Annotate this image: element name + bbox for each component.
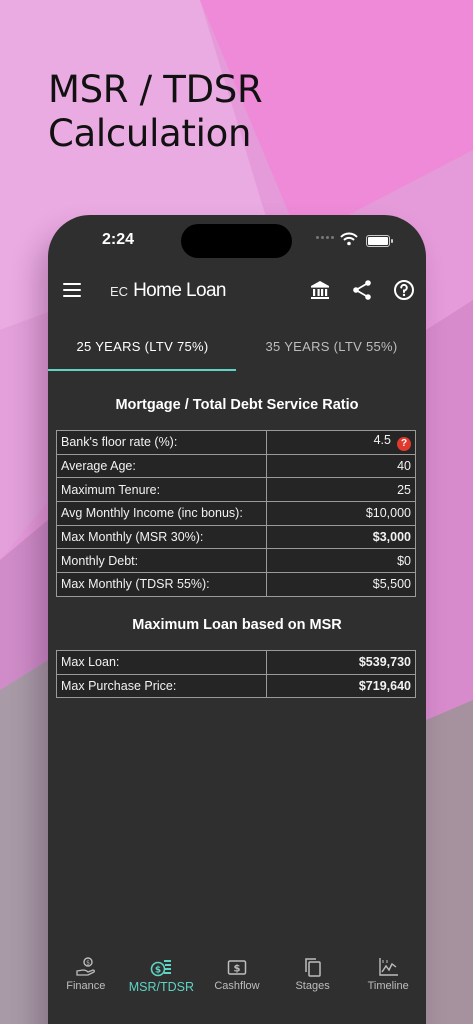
tab-25-years[interactable]: 25 YEARS (LTV 75%) bbox=[48, 321, 237, 371]
row-label: Max Monthly (MSR 30%): bbox=[56, 524, 267, 550]
menu-icon[interactable] bbox=[63, 283, 81, 297]
table-row: Average Age: 40 bbox=[56, 453, 416, 479]
nav-label: Stages bbox=[295, 980, 330, 992]
dynamic-island bbox=[181, 224, 292, 258]
row-label: Maximum Tenure: bbox=[56, 477, 267, 503]
monthly-income-value[interactable]: $10,000 bbox=[266, 501, 416, 526]
cellular-signal-icon bbox=[316, 236, 334, 239]
nav-label: Cashflow bbox=[214, 980, 260, 992]
row-label: Monthly Debt: bbox=[56, 548, 267, 574]
row-label: Bank's floor rate (%): bbox=[56, 430, 267, 455]
status-bar: 2:24 bbox=[48, 215, 426, 265]
page-headline: MSR / TDSR Calculation bbox=[48, 68, 263, 155]
bank-icon[interactable] bbox=[308, 278, 332, 302]
nav-cashflow[interactable]: $ Cashflow bbox=[199, 957, 275, 1007]
tab-indicator bbox=[48, 369, 236, 371]
svg-text:$: $ bbox=[86, 959, 90, 966]
app-title: EC Home Loan bbox=[110, 280, 227, 302]
table-row: Max Purchase Price: $719,640 bbox=[56, 673, 416, 699]
brand-name: Home Loan bbox=[133, 280, 226, 301]
row-label: Max Monthly (TDSR 55%): bbox=[56, 572, 267, 597]
floor-rate-help-icon[interactable]: ? bbox=[397, 437, 411, 452]
max-monthly-msr-value: $3,000 bbox=[266, 524, 416, 550]
maximum-tenure-value[interactable]: 25 bbox=[266, 477, 416, 503]
row-label: Max Loan: bbox=[56, 649, 267, 675]
app-bar: EC Home Loan bbox=[48, 265, 426, 317]
copy-pages-icon bbox=[304, 958, 321, 977]
brand-prefix: EC bbox=[110, 284, 129, 299]
table-row: Max Monthly (TDSR 55%): $5,500 bbox=[56, 572, 416, 597]
help-icon[interactable] bbox=[392, 278, 416, 302]
table-row: Avg Monthly Income (inc bonus): $10,000 bbox=[56, 501, 416, 526]
debt-ratio-table: Bank's floor rate (%): 4.5? Average Age:… bbox=[56, 430, 416, 597]
row-label: Avg Monthly Income (inc bonus): bbox=[56, 501, 267, 526]
section-title-debt-ratio: Mortgage / Total Debt Service Ratio bbox=[115, 397, 359, 413]
status-time: 2:24 bbox=[102, 231, 135, 248]
money-hand-icon: $ bbox=[76, 957, 95, 976]
battery-icon bbox=[366, 235, 393, 247]
table-row: Max Loan: $539,730 bbox=[56, 649, 416, 675]
table-row: Bank's floor rate (%): 4.5? bbox=[56, 430, 416, 455]
nav-finance[interactable]: $ Finance bbox=[48, 957, 124, 1007]
line-chart-icon bbox=[379, 958, 399, 976]
share-icon[interactable] bbox=[350, 278, 374, 302]
table-row: Monthly Debt: $0 bbox=[56, 548, 416, 574]
tab-35-years[interactable]: 35 YEARS (LTV 55%) bbox=[237, 321, 426, 371]
row-label: Max Purchase Price: bbox=[56, 673, 267, 699]
monthly-debt-value[interactable]: $0 bbox=[266, 548, 416, 574]
row-label: Average Age: bbox=[56, 453, 267, 479]
section-title-max-loan: Maximum Loan based on MSR bbox=[132, 616, 342, 633]
phone-screen: 2:24 EC Home Loan 25 YEARS (LTV 75%) 35 … bbox=[48, 215, 426, 1024]
nav-msr-tdsr[interactable]: $ MSR/TDSR bbox=[124, 957, 200, 1007]
bottom-navigation: $ Finance $ MSR/TDSR $ Cashflow Stages T… bbox=[48, 957, 426, 1007]
term-tabs: 25 YEARS (LTV 75%) 35 YEARS (LTV 55%) bbox=[48, 321, 426, 371]
wifi-icon bbox=[340, 232, 358, 246]
max-monthly-tdsr-value: $5,500 bbox=[266, 572, 416, 597]
max-loan-table: Max Loan: $539,730 Max Purchase Price: $… bbox=[56, 649, 416, 699]
nav-timeline[interactable]: Timeline bbox=[350, 957, 426, 1007]
nav-label: MSR/TDSR bbox=[128, 980, 195, 994]
nav-label: Finance bbox=[66, 980, 106, 992]
table-row: Max Monthly (MSR 30%): $3,000 bbox=[56, 524, 416, 550]
dollar-note-icon: $ bbox=[227, 960, 247, 975]
max-loan-value: $539,730 bbox=[266, 649, 416, 675]
average-age-value[interactable]: 40 bbox=[266, 453, 416, 479]
row-value: 4.5 bbox=[373, 433, 391, 448]
floor-rate-value[interactable]: 4.5? bbox=[266, 430, 416, 455]
svg-text:$: $ bbox=[155, 966, 161, 976]
svg-text:$: $ bbox=[234, 964, 241, 975]
nav-stages[interactable]: Stages bbox=[275, 957, 351, 1007]
coins-icon: $ bbox=[151, 960, 172, 977]
table-row: Maximum Tenure: 25 bbox=[56, 477, 416, 503]
max-purchase-price-value: $719,640 bbox=[266, 673, 416, 699]
nav-label: Timeline bbox=[367, 980, 409, 992]
